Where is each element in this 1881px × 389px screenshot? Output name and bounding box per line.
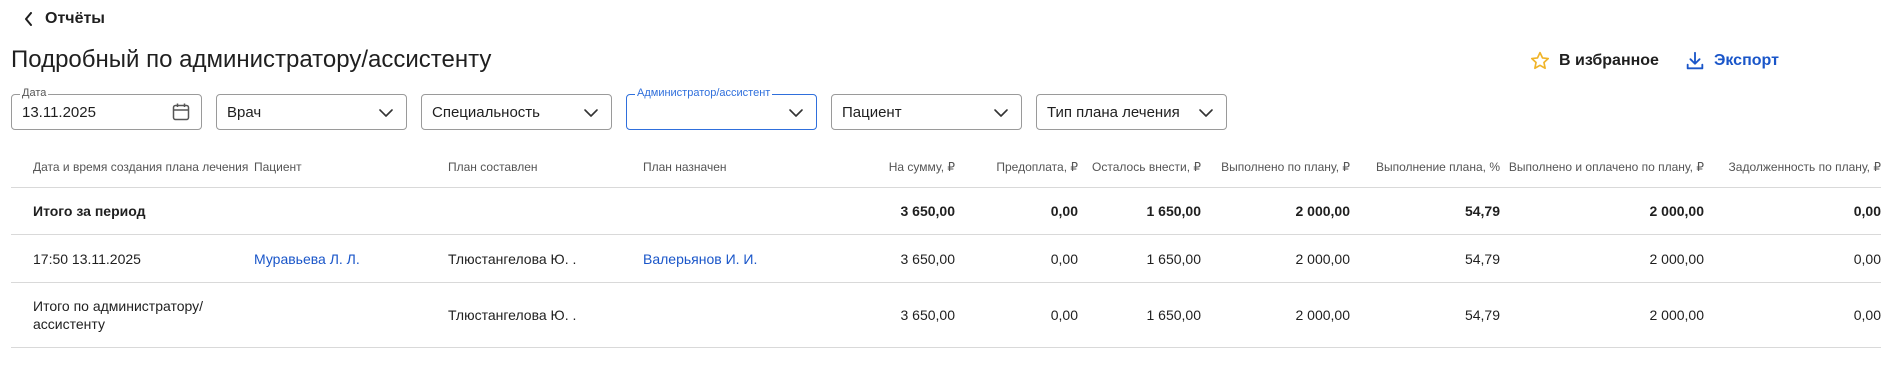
row-sum: 3 650,00 bbox=[900, 250, 956, 267]
period-total-row: Итого за период 3 650,00 0,00 1 650,00 2… bbox=[11, 188, 1881, 235]
admin-total-done-paid: 2 000,00 bbox=[1649, 307, 1705, 323]
total-done: 2 000,00 bbox=[1295, 203, 1351, 219]
assigned-doctor-link[interactable]: Валерьянов И. И. bbox=[643, 235, 757, 282]
column-header-done: Выполнено по плану, ₽ bbox=[1221, 159, 1350, 174]
total-remaining: 1 650,00 bbox=[1146, 203, 1202, 219]
row-composed-by: Тлюстангелова Ю. . bbox=[448, 250, 577, 267]
download-icon bbox=[1686, 51, 1704, 70]
admin-assistant-select[interactable]: Администратор/ассистент bbox=[626, 86, 817, 130]
admin-total-debt: 0,00 bbox=[1853, 307, 1881, 323]
row-datetime: 17:50 13.11.2025 bbox=[33, 250, 141, 267]
column-header-datetime: Дата и время создания плана лечения bbox=[33, 159, 249, 174]
chevron-down-icon bbox=[584, 109, 598, 117]
report-table: Дата и время создания плана лечения Паци… bbox=[11, 146, 1881, 348]
total-percent: 54,79 bbox=[1464, 203, 1500, 219]
favorites-label: В избранное bbox=[1559, 52, 1659, 69]
column-header-percent: Выполнение плана, % bbox=[1376, 159, 1500, 174]
chevron-down-icon bbox=[1199, 109, 1213, 117]
back-link-label: Отчёты bbox=[45, 10, 105, 27]
filter-bar: Дата 13.11.2025 Врач Специальность Админ… bbox=[0, 86, 1881, 130]
table-row: 17:50 13.11.2025 Муравьева Л. Л. Тлюстан… bbox=[11, 235, 1881, 283]
admin-total-composed-by: Тлюстангелова Ю. . bbox=[448, 307, 577, 323]
back-link[interactable]: Отчёты bbox=[24, 8, 105, 30]
date-field[interactable]: Дата 13.11.2025 bbox=[11, 86, 202, 130]
column-header-debt: Задолженность по плану, ₽ bbox=[1728, 159, 1881, 174]
total-prepaid: 0,00 bbox=[1050, 203, 1078, 219]
admin-total-percent: 54,79 bbox=[1464, 307, 1500, 323]
column-header-sum: На сумму, ₽ bbox=[888, 159, 955, 174]
doctor-select-placeholder: Врач bbox=[227, 104, 262, 121]
admin-assistant-select-label: Администратор/ассистент bbox=[635, 86, 773, 100]
patient-link[interactable]: Муравьева Л. Л. bbox=[254, 235, 360, 282]
chevron-down-icon bbox=[994, 109, 1008, 117]
admin-total-row: Итого по администратору/ ассистенту Тлюс… bbox=[11, 283, 1881, 348]
period-total-label: Итого за период bbox=[33, 203, 146, 219]
treatment-plan-type-select[interactable]: Тип плана лечения bbox=[1036, 94, 1227, 130]
row-prepaid: 0,00 bbox=[1050, 250, 1078, 267]
row-remaining: 1 650,00 bbox=[1146, 250, 1202, 267]
column-header-patient: Пациент bbox=[254, 159, 302, 174]
admin-total-remaining: 1 650,00 bbox=[1146, 307, 1202, 323]
row-done: 2 000,00 bbox=[1295, 250, 1351, 267]
column-header-remaining: Осталось внести, ₽ bbox=[1092, 159, 1201, 174]
admin-total-sum: 3 650,00 bbox=[900, 307, 956, 323]
chevron-down-icon bbox=[379, 109, 393, 117]
patient-select[interactable]: Пациент bbox=[831, 94, 1022, 130]
column-header-composed-by: План составлен bbox=[448, 159, 538, 174]
column-header-prepaid: Предоплата, ₽ bbox=[996, 159, 1078, 174]
row-debt: 0,00 bbox=[1853, 250, 1881, 267]
specialty-select[interactable]: Специальность bbox=[421, 94, 612, 130]
patient-select-placeholder: Пациент bbox=[842, 104, 902, 121]
column-header-assigned-to: План назначен bbox=[643, 159, 727, 174]
row-done-paid: 2 000,00 bbox=[1649, 250, 1705, 267]
total-done-paid: 2 000,00 bbox=[1649, 203, 1705, 219]
treatment-plan-type-placeholder: Тип плана лечения bbox=[1047, 104, 1180, 121]
date-field-value: 13.11.2025 bbox=[22, 104, 96, 121]
export-button[interactable]: Экспорт bbox=[1684, 50, 1779, 72]
total-sum: 3 650,00 bbox=[900, 203, 956, 219]
add-to-favorites-button[interactable]: В избранное bbox=[1529, 50, 1659, 72]
star-icon bbox=[1530, 51, 1550, 70]
header-actions: В избранное Экспорт bbox=[0, 50, 1881, 74]
chevron-left-icon bbox=[25, 12, 32, 26]
column-header-done-paid: Выполнено и оплачено по плану, ₽ bbox=[1508, 159, 1704, 174]
export-label: Экспорт bbox=[1714, 52, 1779, 69]
table-header-row: Дата и время создания плана лечения Паци… bbox=[11, 146, 1881, 188]
admin-total-label: Итого по администратору/ ассистенту bbox=[33, 298, 204, 332]
specialty-select-placeholder: Специальность bbox=[432, 104, 540, 121]
doctor-select[interactable]: Врач bbox=[216, 94, 407, 130]
total-debt: 0,00 bbox=[1853, 203, 1881, 219]
calendar-icon[interactable] bbox=[171, 102, 191, 122]
date-field-label: Дата bbox=[20, 86, 49, 100]
chevron-down-icon bbox=[789, 109, 803, 117]
row-percent: 54,79 bbox=[1464, 250, 1500, 267]
admin-total-prepaid: 0,00 bbox=[1050, 307, 1078, 323]
admin-total-done: 2 000,00 bbox=[1295, 307, 1351, 323]
